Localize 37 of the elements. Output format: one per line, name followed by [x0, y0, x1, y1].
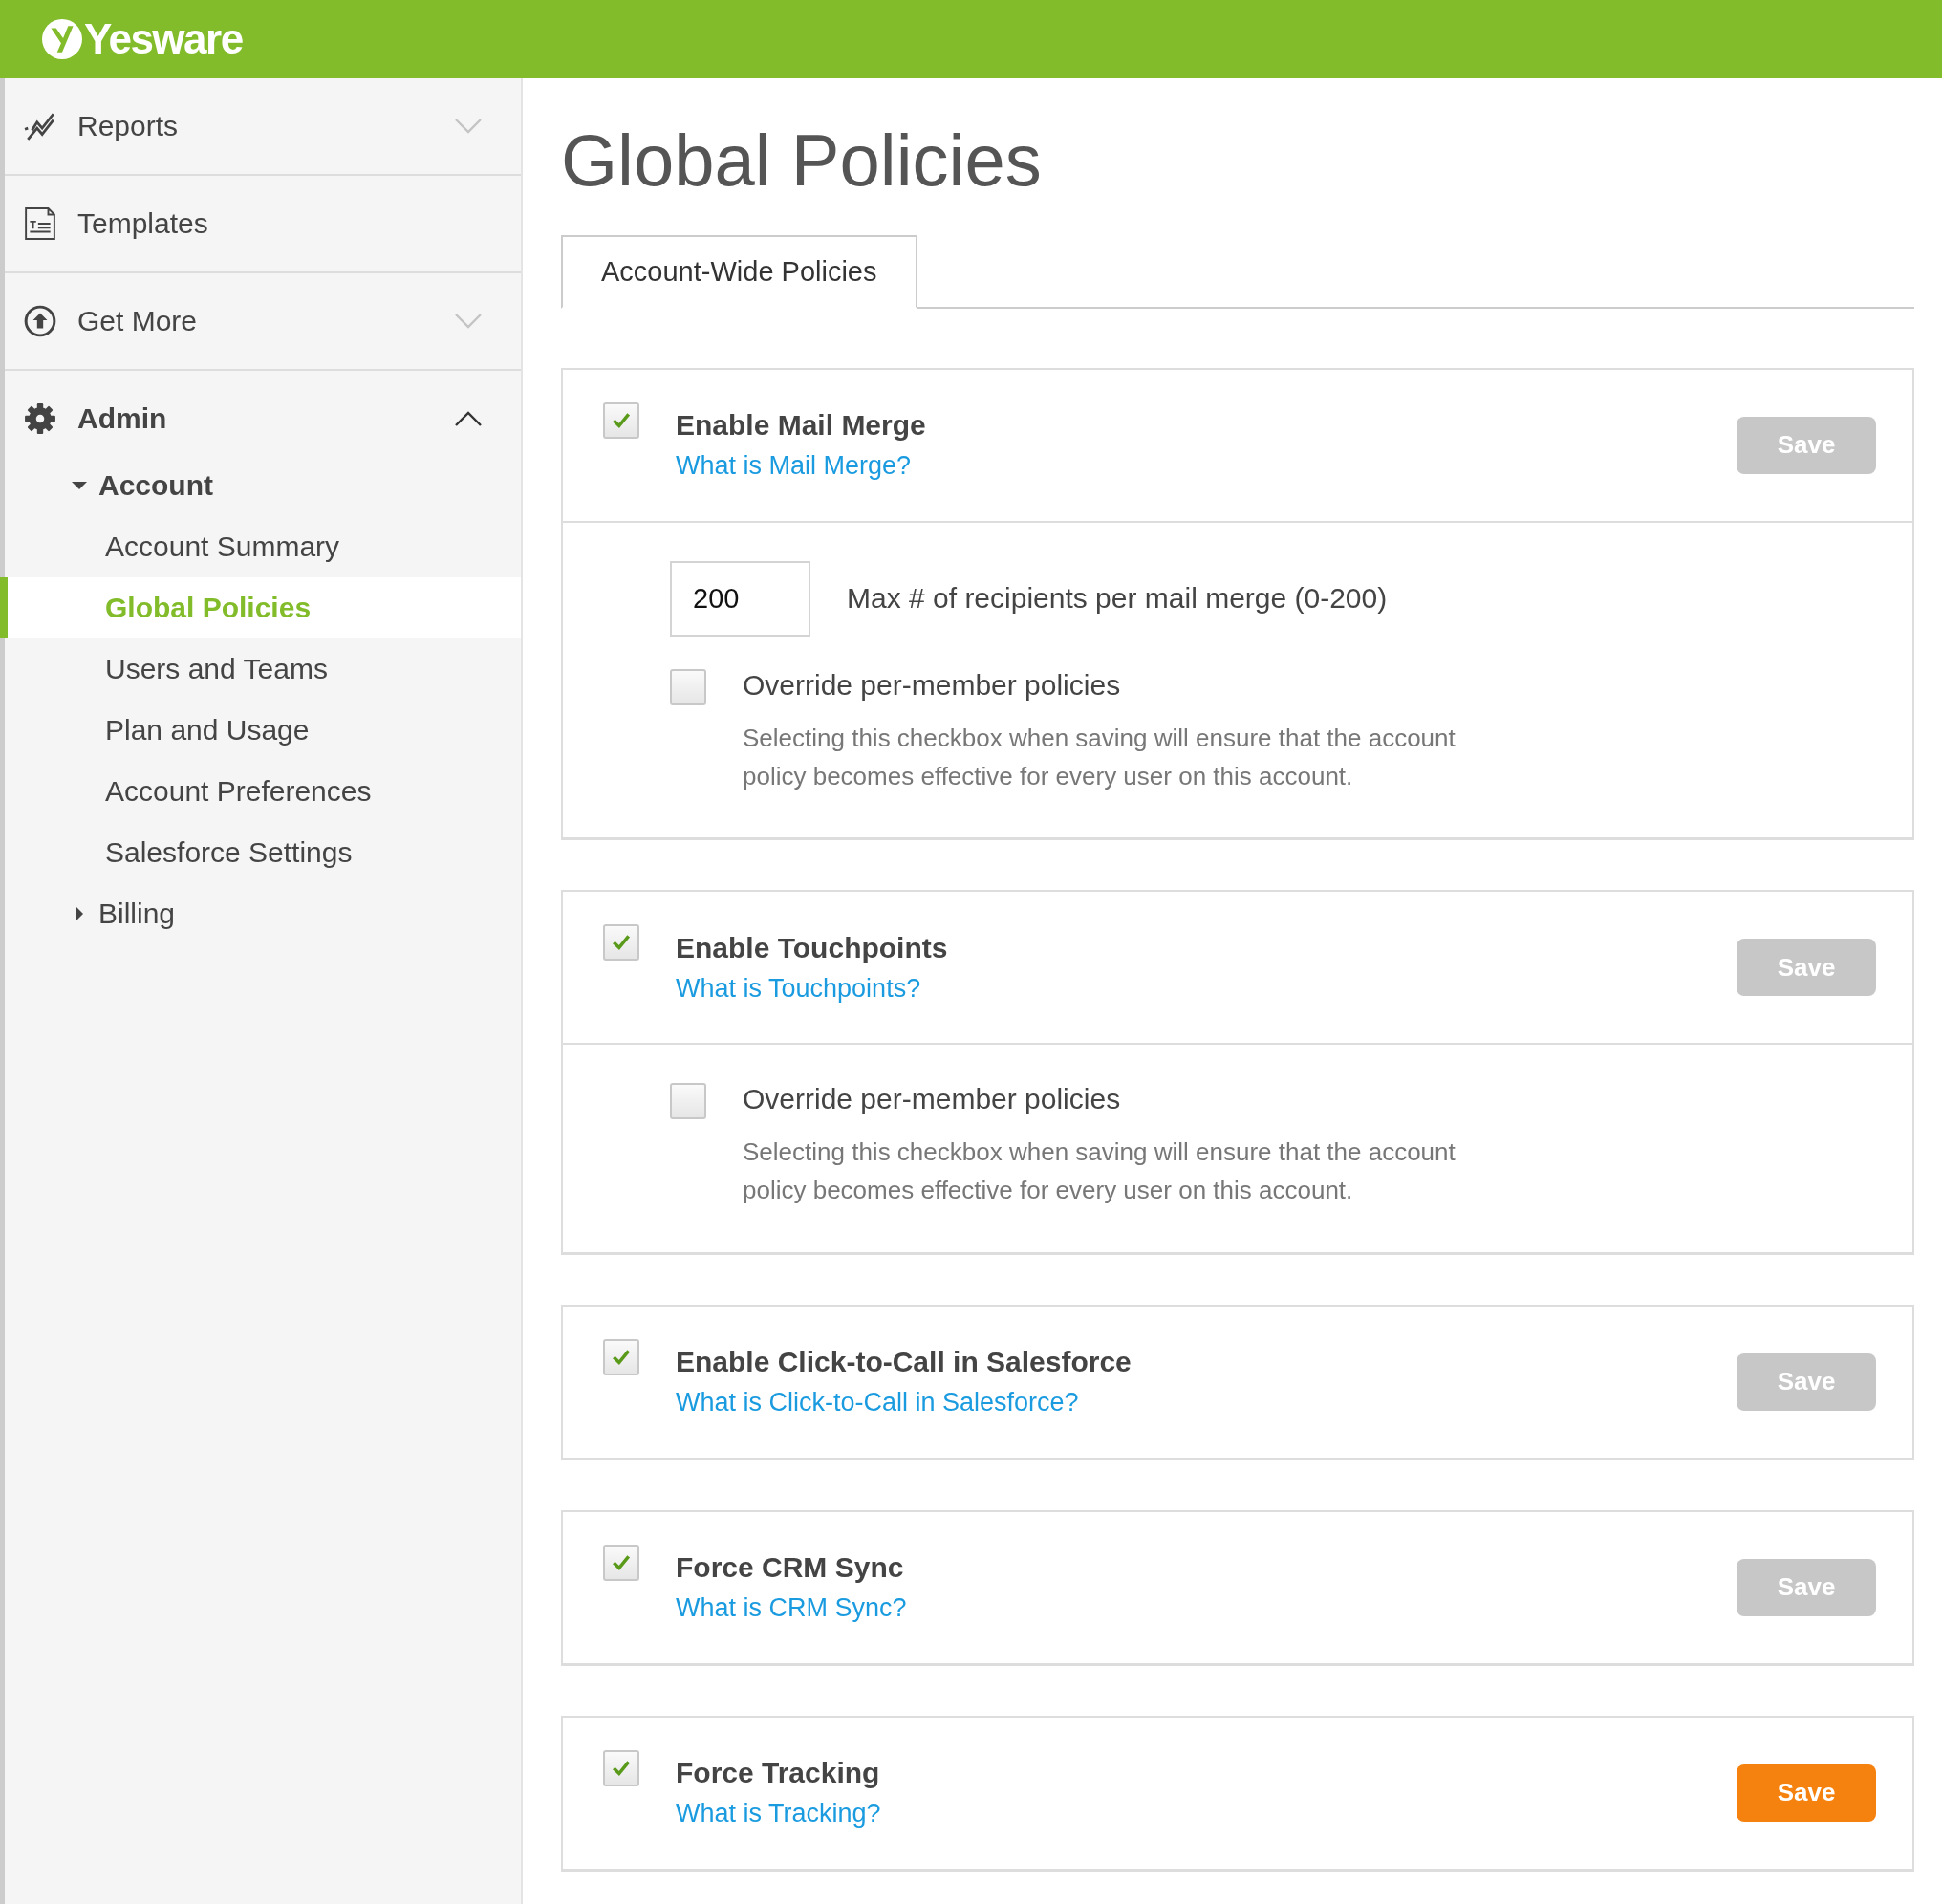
- nav-item[interactable]: Admin: [77, 402, 454, 435]
- policy-title: Enable Touchpoints: [676, 931, 948, 964]
- page-title: Global Policies: [561, 120, 1043, 201]
- policy-title: Enable Click-to-Call in Salesforce: [676, 1346, 1132, 1379]
- nav-item[interactable]: Templates: [77, 207, 483, 240]
- checkbox-label: Override per-member policies: [743, 668, 1122, 702]
- nav-group[interactable]: Billing: [98, 898, 176, 930]
- chevron-up-icon[interactable]: [454, 410, 483, 427]
- checkbox[interactable]: [603, 924, 639, 962]
- nav-item[interactable]: Reports: [77, 110, 454, 142]
- help-text: Selecting this checkbox when saving will ensure that the account policy becomes effective for every user on this account.: [743, 1136, 1456, 1207]
- nav-subitem[interactable]: Account Summary: [0, 516, 521, 577]
- checkbox[interactable]: [603, 401, 639, 439]
- field-label: Max # of recipients per mail merge (0-200): [847, 582, 1388, 616]
- policy-title: Enable Mail Merge: [676, 409, 926, 443]
- nav-item[interactable]: Get More: [77, 305, 454, 337]
- checkbox[interactable]: [603, 1749, 639, 1786]
- nav-group[interactable]: Account: [98, 469, 213, 502]
- document-icon: [24, 207, 56, 240]
- help-text: Selecting this checkbox when saving will ensure that the account policy becomes effective for every user on this account.: [743, 722, 1456, 792]
- nav-subitem[interactable]: Users and Teams: [0, 638, 521, 700]
- nav-subitem[interactable]: Account Preferences: [0, 761, 521, 822]
- logo-text: Yesware: [84, 15, 243, 63]
- logo-icon: [42, 19, 82, 59]
- checkbox[interactable]: [603, 1544, 639, 1581]
- number-input[interactable]: 200: [670, 560, 810, 637]
- upload-circle-icon: [24, 305, 56, 337]
- tab[interactable]: Account-Wide Policies: [561, 234, 917, 309]
- checkbox-label: Override per-member policies: [743, 1083, 1122, 1116]
- policy-title: Force Tracking: [676, 1757, 880, 1790]
- nav-subitem[interactable]: Salesforce Settings: [0, 822, 521, 883]
- nav-subitem[interactable]: Plan and Usage: [0, 700, 521, 761]
- checkbox[interactable]: [670, 1083, 706, 1120]
- checkbox[interactable]: [670, 668, 706, 705]
- settings-icon: [24, 402, 56, 435]
- policy-title: Force CRM Sync: [676, 1551, 904, 1585]
- checkbox[interactable]: [603, 1338, 639, 1375]
